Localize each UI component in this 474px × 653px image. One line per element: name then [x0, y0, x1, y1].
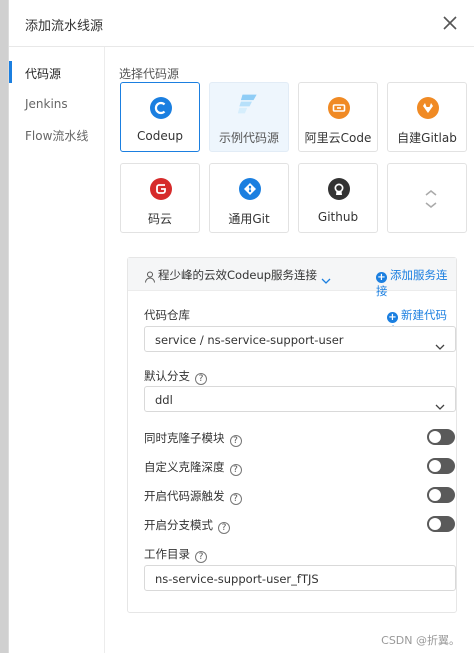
toggle-row-source-trigger: 开启代码源触发?: [144, 488, 242, 505]
source-label: 阿里云Code: [304, 131, 372, 145]
chevron-down-icon: [435, 336, 445, 350]
dialog-title: 添加流水线源: [25, 19, 104, 34]
help-icon[interactable]: ?: [195, 551, 207, 563]
toggle-label: 开启代码源触发: [144, 489, 225, 503]
branch-label-row: 默认分支?: [144, 368, 207, 385]
clone-depth-toggle[interactable]: [427, 458, 455, 474]
source-card-aliyun-code[interactable]: 阿里云Code: [298, 82, 378, 152]
sidebar-item-code-source[interactable]: 代码源: [25, 65, 61, 82]
user-icon: [144, 268, 156, 283]
toggle-label: 同时克隆子模块: [144, 431, 225, 445]
chevron-down-icon[interactable]: [321, 270, 331, 284]
dialog-header: 添加流水线源: [9, 0, 474, 47]
toggle-row-clone-depth: 自定义克隆深度?: [144, 459, 242, 476]
repo-select[interactable]: service / ns-service-support-user: [144, 326, 456, 352]
source-card-expand[interactable]: [387, 163, 467, 233]
workdir-input[interactable]: ns-service-support-user_fTJS: [144, 565, 456, 591]
repo-label: 代码仓库: [144, 308, 190, 322]
source-label: 示例代码源: [218, 131, 279, 145]
sidebar: 代码源 Jenkins Flow流水线: [9, 47, 105, 653]
add-connection-label: 添加服务连接: [376, 268, 448, 298]
help-icon[interactable]: ?: [218, 522, 230, 534]
source-card-gitlab[interactable]: 自建Gitlab: [387, 82, 467, 152]
submodules-toggle[interactable]: [427, 429, 455, 445]
toggle-row-branch-mode: 开启分支模式?: [144, 517, 230, 534]
source-label: Codeup: [137, 129, 183, 143]
plus-circle-icon: +: [376, 272, 387, 283]
toggle-knob: [429, 489, 441, 501]
help-icon[interactable]: ?: [195, 373, 207, 385]
watermark: CSDN @折翼。: [381, 634, 460, 647]
gitee-icon: [150, 178, 172, 200]
source-card-git[interactable]: 通用Git: [209, 163, 289, 233]
gitlab-icon: [417, 97, 439, 119]
codeup-icon: [150, 97, 172, 119]
plus-circle-icon: +: [387, 312, 398, 323]
source-card-sample[interactable]: 示例代码源: [209, 82, 289, 152]
toggle-knob: [429, 518, 441, 530]
help-icon[interactable]: ?: [229, 493, 242, 505]
branch-mode-toggle[interactable]: [427, 516, 455, 532]
sample-source-icon: [237, 93, 263, 121]
source-label: Github: [317, 210, 359, 224]
source-label: 通用Git: [228, 212, 270, 226]
help-icon[interactable]: ?: [229, 435, 242, 447]
source-label: 自建Gitlab: [397, 131, 457, 145]
source-trigger-toggle[interactable]: [427, 487, 455, 503]
add-pipeline-source-dialog: 添加流水线源 代码源 Jenkins Flow流水线 选择代码源 Codeup …: [8, 0, 474, 653]
source-card-gitee[interactable]: 码云: [120, 163, 200, 233]
source-card-codeup[interactable]: Codeup: [120, 82, 200, 152]
help-icon[interactable]: ?: [229, 464, 242, 476]
toggle-knob: [429, 460, 441, 472]
main-content: 选择代码源 Codeup 示例代码源 阿里云Code 自建Gitlab 码云 通…: [105, 47, 474, 653]
toggle-label: 自定义克隆深度: [144, 460, 225, 474]
close-icon[interactable]: [441, 14, 459, 32]
github-icon: [328, 178, 350, 200]
connection-bar: 程少峰的云效Codeup服务连接 + 添加服务连接: [128, 258, 456, 298]
source-card-github[interactable]: Github: [298, 163, 378, 233]
git-icon: [239, 178, 261, 200]
chevron-down-icon: [435, 396, 445, 410]
source-label: 码云: [147, 212, 172, 226]
source-config-panel: 程少峰的云效Codeup服务连接 +添加服务连接 代码仓库 +新建代码库 ser…: [127, 257, 457, 613]
workdir-label-row: 工作目录?: [144, 546, 207, 563]
toggle-row-submodules: 同时克隆子模块?: [144, 430, 242, 447]
aliyun-code-icon: [328, 97, 350, 119]
toggle-knob: [429, 431, 441, 443]
sidebar-item-jenkins[interactable]: Jenkins: [25, 97, 68, 111]
workdir-label: 工作目录: [144, 547, 190, 561]
section-label: 选择代码源: [119, 67, 180, 81]
sidebar-active-indicator: [9, 61, 12, 83]
toggle-label: 开启分支模式: [144, 518, 213, 532]
expand-toggle-icon: [420, 188, 437, 210]
sidebar-item-flow[interactable]: Flow流水线: [25, 127, 88, 144]
branch-select[interactable]: ddl: [144, 386, 456, 412]
branch-value: ddl: [155, 393, 173, 407]
branch-label: 默认分支: [144, 369, 190, 383]
workdir-value: ns-service-support-user_fTJS: [155, 572, 319, 586]
add-connection-button[interactable]: + 添加服务连接: [376, 267, 456, 299]
connection-select[interactable]: 程少峰的云效Codeup服务连接: [158, 267, 317, 283]
repo-value: service / ns-service-support-user: [155, 333, 344, 347]
